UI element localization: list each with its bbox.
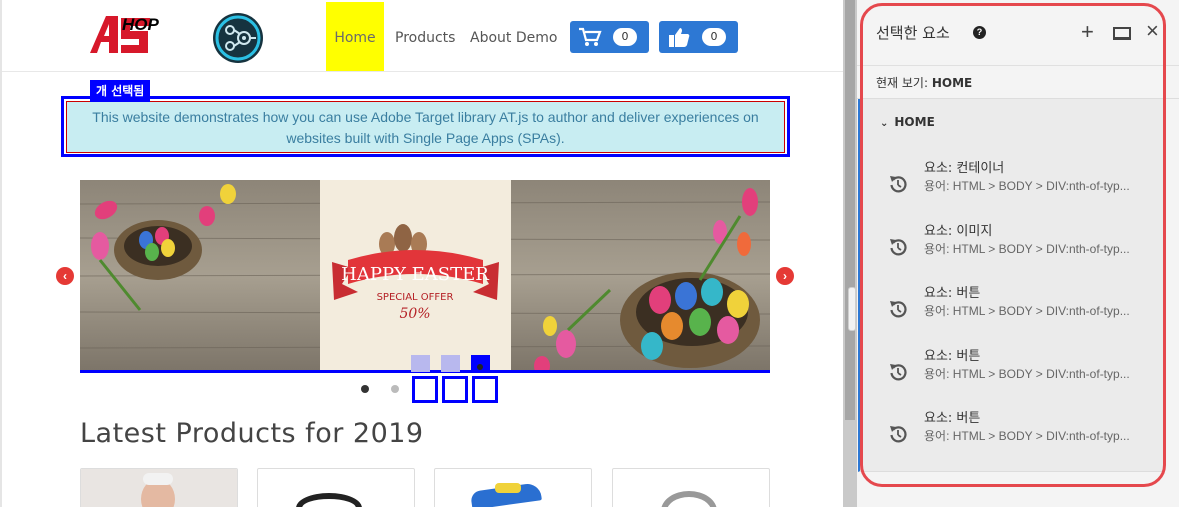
carousel-dot-active[interactable]	[361, 385, 369, 393]
banner-title: HAPPY EASTER	[341, 264, 489, 285]
carousel-prev-arrow-icon[interactable]: ‹	[56, 267, 74, 285]
like-button[interactable]: 0	[659, 21, 738, 53]
site-preview: HOP Home Products About Demo 0 0 This we…	[0, 0, 843, 507]
carousel-dot[interactable]	[391, 385, 399, 393]
product-card[interactable]	[257, 468, 415, 507]
easter-banner-image[interactable]: HAPPY EASTER SPECIAL OFFER 50%	[80, 180, 770, 372]
cart-button[interactable]: 0	[570, 21, 649, 53]
selection-count-tag: 개 선택됨	[90, 80, 151, 102]
nav-home-link[interactable]: Home	[326, 2, 384, 71]
carousel-indicator-2[interactable]	[441, 355, 460, 372]
product-card[interactable]	[80, 468, 238, 507]
preview-scrollbar-thumb[interactable]	[845, 0, 855, 420]
banner-discount: 50%	[399, 306, 430, 322]
products-heading: Latest Products for 2019	[80, 418, 424, 449]
screen: HOP Home Products About Demo 0 0 This we…	[0, 0, 1179, 507]
product-card[interactable]	[612, 468, 770, 507]
indicator-selection-box	[442, 376, 468, 403]
carousel-indicator-3[interactable]	[471, 355, 490, 372]
product-card[interactable]	[434, 468, 592, 507]
banner-subtitle: SPECIAL OFFER	[377, 292, 454, 303]
nav-products-link[interactable]: Products	[395, 2, 455, 71]
thumbs-up-icon	[669, 28, 690, 47]
logo-text: HOP	[122, 15, 159, 34]
panel-resize-handle[interactable]	[848, 287, 856, 331]
carousel-indicator-1[interactable]	[411, 355, 430, 372]
indicator-selection-box	[412, 376, 438, 403]
like-count: 0	[702, 28, 726, 46]
cart-count: 0	[613, 28, 637, 46]
info-alert[interactable]: This website demonstrates how you can us…	[66, 101, 785, 153]
cart-icon	[579, 27, 602, 46]
annotation-highlight-outline	[860, 3, 1166, 487]
indicator-selection-box	[472, 376, 498, 403]
carousel-next-arrow-icon[interactable]: ›	[776, 267, 794, 285]
target-logo-icon[interactable]	[211, 12, 265, 64]
nav-about-link[interactable]: About Demo	[470, 2, 557, 71]
